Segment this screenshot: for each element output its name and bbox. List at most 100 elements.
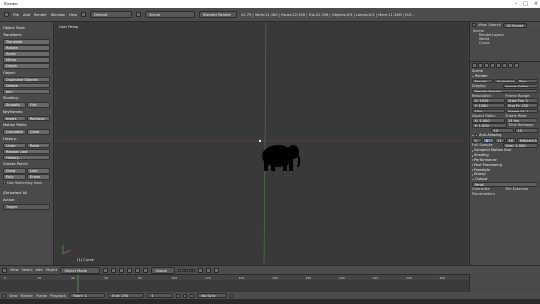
layer-5-button[interactable] (192, 268, 196, 272)
screen-layout-icon[interactable] (81, 12, 87, 17)
aa-samples-8[interactable]: 8 (483, 138, 494, 143)
resolution-y-field[interactable]: Y: 1080 (472, 103, 505, 109)
timeline[interactable]: 0 20 40 60 80 100 120 140 160 180 200 220 240 260 (0, 274, 469, 293)
calculate-button[interactable]: Calculate (3, 129, 26, 135)
modifiers-tab-icon[interactable] (502, 63, 507, 68)
object-tools-header[interactable]: Object Tools (3, 26, 50, 31)
flat-button[interactable]: Flat (27, 102, 50, 108)
editor-type-icon[interactable] (4, 12, 9, 17)
history-button[interactable]: History... (3, 154, 50, 160)
snap-icon[interactable] (198, 267, 204, 273)
join-button[interactable]: Join (3, 88, 50, 94)
layers-tab-icon[interactable] (478, 63, 483, 68)
pivot-point-icon[interactable] (111, 267, 117, 273)
frame-end-field[interactable]: End Fr: 250 (505, 103, 538, 109)
action-dropdown[interactable]: Toggle (3, 204, 50, 210)
play-button[interactable]: Play (516, 78, 538, 84)
outliner-view-menu[interactable]: View (478, 23, 487, 27)
tl-menu-playback[interactable]: Playback (50, 294, 66, 298)
minimize-button[interactable]: – (515, 0, 518, 8)
object-tab-icon[interactable] (496, 63, 501, 68)
erase-button[interactable]: Erase (27, 174, 50, 180)
render-engine-dropdown[interactable]: Blender Render (199, 11, 238, 18)
render-preview-icon[interactable] (214, 267, 220, 273)
jump-end-icon[interactable] (190, 293, 195, 298)
tl-menu-marker[interactable]: Marker (21, 294, 33, 298)
3d-cursor-icon[interactable] (258, 139, 262, 143)
redo-button[interactable]: Redo (27, 142, 50, 148)
menu-help[interactable]: Help (69, 13, 77, 17)
outliner-item-curve[interactable]: Curve (473, 41, 537, 45)
shading-mode-icon[interactable] (103, 267, 109, 273)
remove-keyframe-button[interactable]: Remove (27, 115, 50, 121)
display-dropdown[interactable]: Image Editor (503, 83, 538, 89)
current-frame-field[interactable]: 1 (147, 293, 174, 298)
aspect-y-field[interactable]: Y: 1.000 (472, 123, 507, 128)
outliner-icon[interactable] (472, 23, 476, 27)
rotate-manipulator-icon[interactable] (135, 267, 141, 273)
remap-new-field[interactable]: 10 (515, 128, 538, 133)
animation-button[interactable]: Animation (494, 78, 516, 84)
scene-dropdown[interactable]: Scene (145, 11, 196, 18)
proportional-edit-icon[interactable] (206, 267, 212, 273)
delete-button[interactable]: Delete (3, 82, 50, 88)
smooth-button[interactable]: Smooth (3, 102, 26, 108)
menu-render[interactable]: Render (34, 13, 47, 17)
end-frame-field[interactable]: End: 250 (108, 293, 145, 298)
menu-select[interactable]: Select (22, 268, 33, 272)
tl-menu-view[interactable]: View (9, 294, 18, 298)
scale-button[interactable]: Scale (3, 51, 50, 57)
transform-orientation-dropdown[interactable]: Global (151, 266, 176, 274)
editor-type-icon[interactable] (2, 267, 7, 273)
render-tab-icon[interactable] (472, 63, 477, 68)
close-button[interactable]: × (534, 0, 538, 8)
maximize-button[interactable]: □ (523, 0, 528, 8)
world-tab-icon[interactable] (490, 63, 495, 68)
undo-button[interactable]: Undo (3, 142, 26, 148)
mode-dropdown[interactable]: Object Mode (60, 266, 101, 274)
resolution-x-field[interactable]: X: 1920 (472, 98, 505, 103)
layer-1-button[interactable] (178, 268, 182, 272)
translate-manipulator-icon[interactable] (127, 267, 133, 273)
repeat-last-button[interactable]: Repeat Last (3, 148, 50, 154)
full-sample-checkbox[interactable]: Full Sample (472, 143, 502, 148)
3d-viewport[interactable]: User Persp (1) Curve (55, 22, 468, 265)
tl-menu-frame[interactable]: Frame (36, 294, 47, 298)
menu-object[interactable]: Object (46, 268, 58, 272)
editor-type-icon[interactable] (2, 293, 6, 298)
fps-dropdown[interactable]: 24 fps (505, 118, 538, 123)
draw-button[interactable]: Draw (3, 168, 26, 174)
jump-start-icon[interactable] (176, 293, 181, 298)
overwrite-checkbox[interactable]: Overwrite (472, 187, 505, 191)
resolution-percent-field[interactable]: 50% (472, 108, 505, 114)
material-tab-icon[interactable] (514, 63, 519, 68)
record-icon[interactable] (230, 293, 235, 298)
outliner[interactable]: View Search All Scenes Scene RenderLayer… (469, 22, 540, 62)
layer-3-button[interactable] (185, 268, 189, 272)
use-sketching-checkbox[interactable]: Use Sketching Sess (3, 180, 50, 185)
layout-dropdown[interactable]: Default (90, 11, 133, 18)
aa-samples-5[interactable]: 5 (472, 138, 483, 143)
mirror-button[interactable]: Mirror (3, 57, 50, 63)
menu-window[interactable]: Window (51, 13, 65, 17)
scene-icon[interactable] (136, 12, 142, 17)
placeholders-checkbox[interactable]: Placeholders (472, 192, 538, 196)
filter-size-field[interactable]: Size: 1.000 (503, 143, 538, 148)
aa-samples-11[interactable]: 11 (494, 138, 505, 143)
outliner-filter-dropdown[interactable]: All Scenes (502, 22, 528, 28)
clear-button[interactable]: Clear (27, 129, 50, 135)
outliner-search-menu[interactable]: Search (489, 23, 501, 27)
file-extensions-checkbox[interactable]: File Extensio (506, 187, 539, 191)
line-button[interactable]: Line (27, 168, 50, 174)
rotate-button[interactable]: Rotate (3, 45, 50, 51)
insert-keyframe-button[interactable]: Insert (3, 115, 26, 121)
scene-tab-icon[interactable] (484, 63, 489, 68)
output-path-field[interactable]: /tmp\ (472, 182, 538, 187)
aa-filter-dropdown[interactable]: Mitchell-Net (517, 138, 538, 143)
duplicate-objects-button[interactable]: Duplicate Objects (3, 76, 50, 82)
poly-button[interactable]: Poly (3, 174, 26, 180)
remap-old-field[interactable]: 10 (491, 128, 514, 133)
elephant-silhouette[interactable] (262, 145, 301, 171)
aspect-x-field[interactable]: X: 1.000 (472, 118, 505, 123)
aa-samples-16[interactable]: 16 (505, 138, 517, 143)
